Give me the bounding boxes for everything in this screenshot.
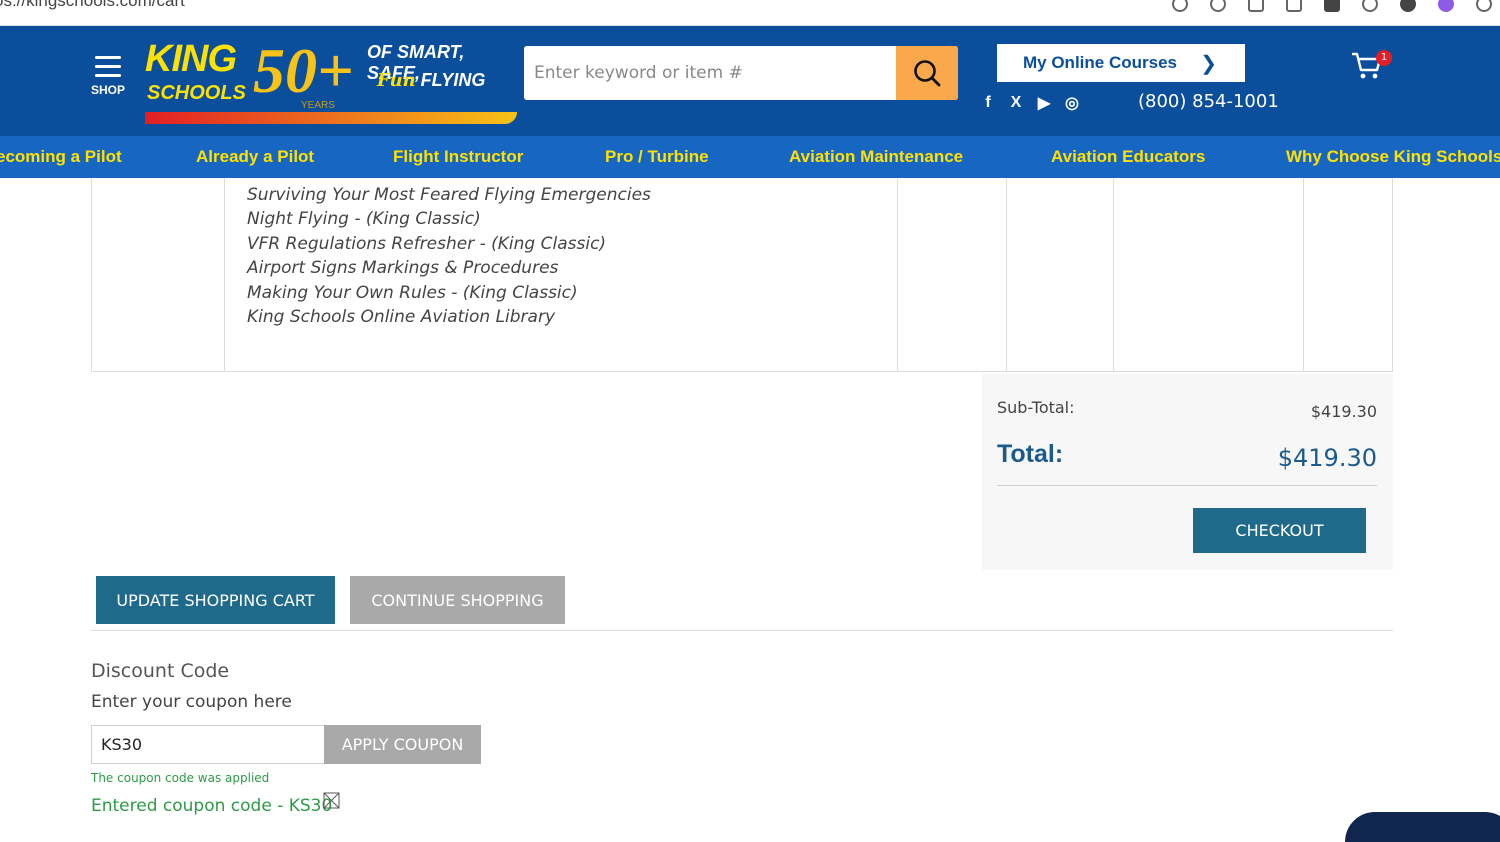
continue-shopping-button[interactable]: CONTINUE SHOPPING [350, 576, 565, 624]
phone-number[interactable]: (800) 854-1001 [1138, 91, 1279, 112]
my-online-courses-button[interactable]: My Online Courses ❯ [997, 44, 1245, 82]
section-divider [91, 630, 1393, 631]
logo-fifty-text: 50+ [253, 35, 354, 106]
table-column-divider [1006, 178, 1007, 371]
table-column-divider [224, 178, 225, 371]
entered-coupon-code: Entered coupon code - KS30 [91, 796, 333, 816]
logo-tagline-line2: Fun FLYING [377, 70, 485, 91]
list-item: Making Your Own Rules - (King Classic) [247, 282, 578, 303]
cart-count-badge: 1 [1376, 50, 1392, 66]
my-online-courses-label: My Online Courses [1023, 53, 1177, 72]
list-item: VFR Regulations Refresher - (King Classi… [247, 233, 607, 254]
logo-schools-text: SCHOOLS [147, 82, 246, 104]
nav-item-already-a-pilot[interactable]: Already a Pilot [196, 136, 314, 178]
nav-item-pro-turbine[interactable]: Pro / Turbine [605, 136, 709, 178]
total-label: Total: [997, 440, 1064, 468]
chevron-right-icon: ❯ [1200, 53, 1217, 75]
tab-icon[interactable] [1248, 0, 1264, 12]
totals-divider [997, 485, 1377, 486]
subtotal-value: $419.30 [1310, 402, 1377, 421]
nav-item-becoming-a-pilot[interactable]: ecoming a Pilot [0, 136, 122, 178]
subtotal-label: Sub-Total: [997, 398, 1075, 417]
shop-menu-button[interactable]: SHOP [88, 56, 128, 97]
bookmark-star-icon[interactable] [1286, 0, 1302, 12]
logo-years-text: YEARS [301, 100, 335, 111]
table-column-divider [1113, 178, 1114, 371]
instagram-icon[interactable]: ◎ [1064, 93, 1080, 113]
logo-king-text: KING [145, 38, 237, 80]
menu-icon[interactable] [1476, 0, 1492, 12]
nav-item-flight-instructor[interactable]: Flight Instructor [393, 136, 523, 178]
main-nav: ecoming a Pilot Already a Pilot Flight I… [0, 136, 1500, 178]
shop-label: SHOP [90, 83, 125, 97]
youtube-icon[interactable]: ▶ [1036, 93, 1052, 113]
table-column-divider [897, 178, 898, 371]
cart-items-table: Surviving Your Most Feared Flying Emerge… [91, 178, 1393, 372]
list-item: Night Flying - (King Classic) [247, 209, 481, 230]
cart-button[interactable]: 1 [1350, 48, 1394, 88]
logo-fun-text: Fun [377, 70, 416, 91]
bundle-course-list: Surviving Your Most Feared Flying Emerge… [247, 185, 651, 331]
search-icon [914, 60, 941, 87]
search-input[interactable] [524, 46, 896, 100]
order-totals-panel: Sub-Total: $419.30 Total: $419.30 CHECKO… [982, 374, 1393, 570]
hamburger-icon [95, 56, 121, 77]
update-shopping-cart-button[interactable]: UPDATE SHOPPING CART [96, 576, 335, 624]
logo-stripe [145, 112, 517, 124]
list-item: King Schools Online Aviation Library [247, 306, 556, 327]
search-button[interactable] [896, 46, 958, 100]
total-value: $419.30 [1277, 444, 1377, 472]
x-twitter-icon[interactable]: X [1008, 94, 1024, 112]
social-links: f X ▶ ◎ [980, 93, 1080, 113]
list-item: Airport Signs Markings & Procedures [247, 258, 559, 279]
site-header: SHOP KING SCHOOLS 50+ YEARS OF SMART, SA… [0, 26, 1500, 136]
coupon-code-input[interactable] [91, 725, 324, 764]
nav-item-why-choose-king-schools[interactable]: Why Choose King Schools [1286, 136, 1500, 178]
nav-item-aviation-educators[interactable]: Aviation Educators [1051, 136, 1205, 178]
chat-widget-tab[interactable] [1345, 812, 1500, 842]
coupon-applied-message: The coupon code was applied [91, 771, 270, 785]
browser-address-bar: os://kingschools.com/cart [0, 0, 1500, 26]
search-box [524, 46, 958, 100]
remove-coupon-icon[interactable] [323, 792, 340, 809]
browser-toolbar-icons [1172, 0, 1500, 14]
nav-item-aviation-maintenance[interactable]: Aviation Maintenance [789, 136, 963, 178]
logo-flying-text: FLYING [420, 70, 486, 90]
facebook-icon[interactable]: f [980, 94, 996, 112]
profile-extension-icon[interactable] [1400, 0, 1416, 12]
browser-url[interactable]: os://kingschools.com/cart [0, 0, 185, 11]
apply-coupon-button[interactable]: APPLY COUPON [324, 725, 481, 764]
checkout-button[interactable]: CHECKOUT [1193, 508, 1366, 553]
assistant-extension-icon[interactable] [1438, 0, 1454, 12]
discount-code-title: Discount Code [91, 660, 230, 682]
zoom-icon[interactable] [1210, 0, 1226, 12]
king-schools-logo[interactable]: KING SCHOOLS 50+ YEARS OF SMART, SAFE, F… [145, 35, 520, 124]
extension-icon[interactable] [1324, 0, 1340, 12]
discount-code-hint: Enter your coupon here [91, 692, 292, 712]
shield-extension-icon[interactable] [1362, 0, 1378, 12]
translate-icon[interactable] [1172, 0, 1188, 12]
table-column-divider [1303, 178, 1304, 371]
list-item: Surviving Your Most Feared Flying Emerge… [247, 185, 651, 205]
